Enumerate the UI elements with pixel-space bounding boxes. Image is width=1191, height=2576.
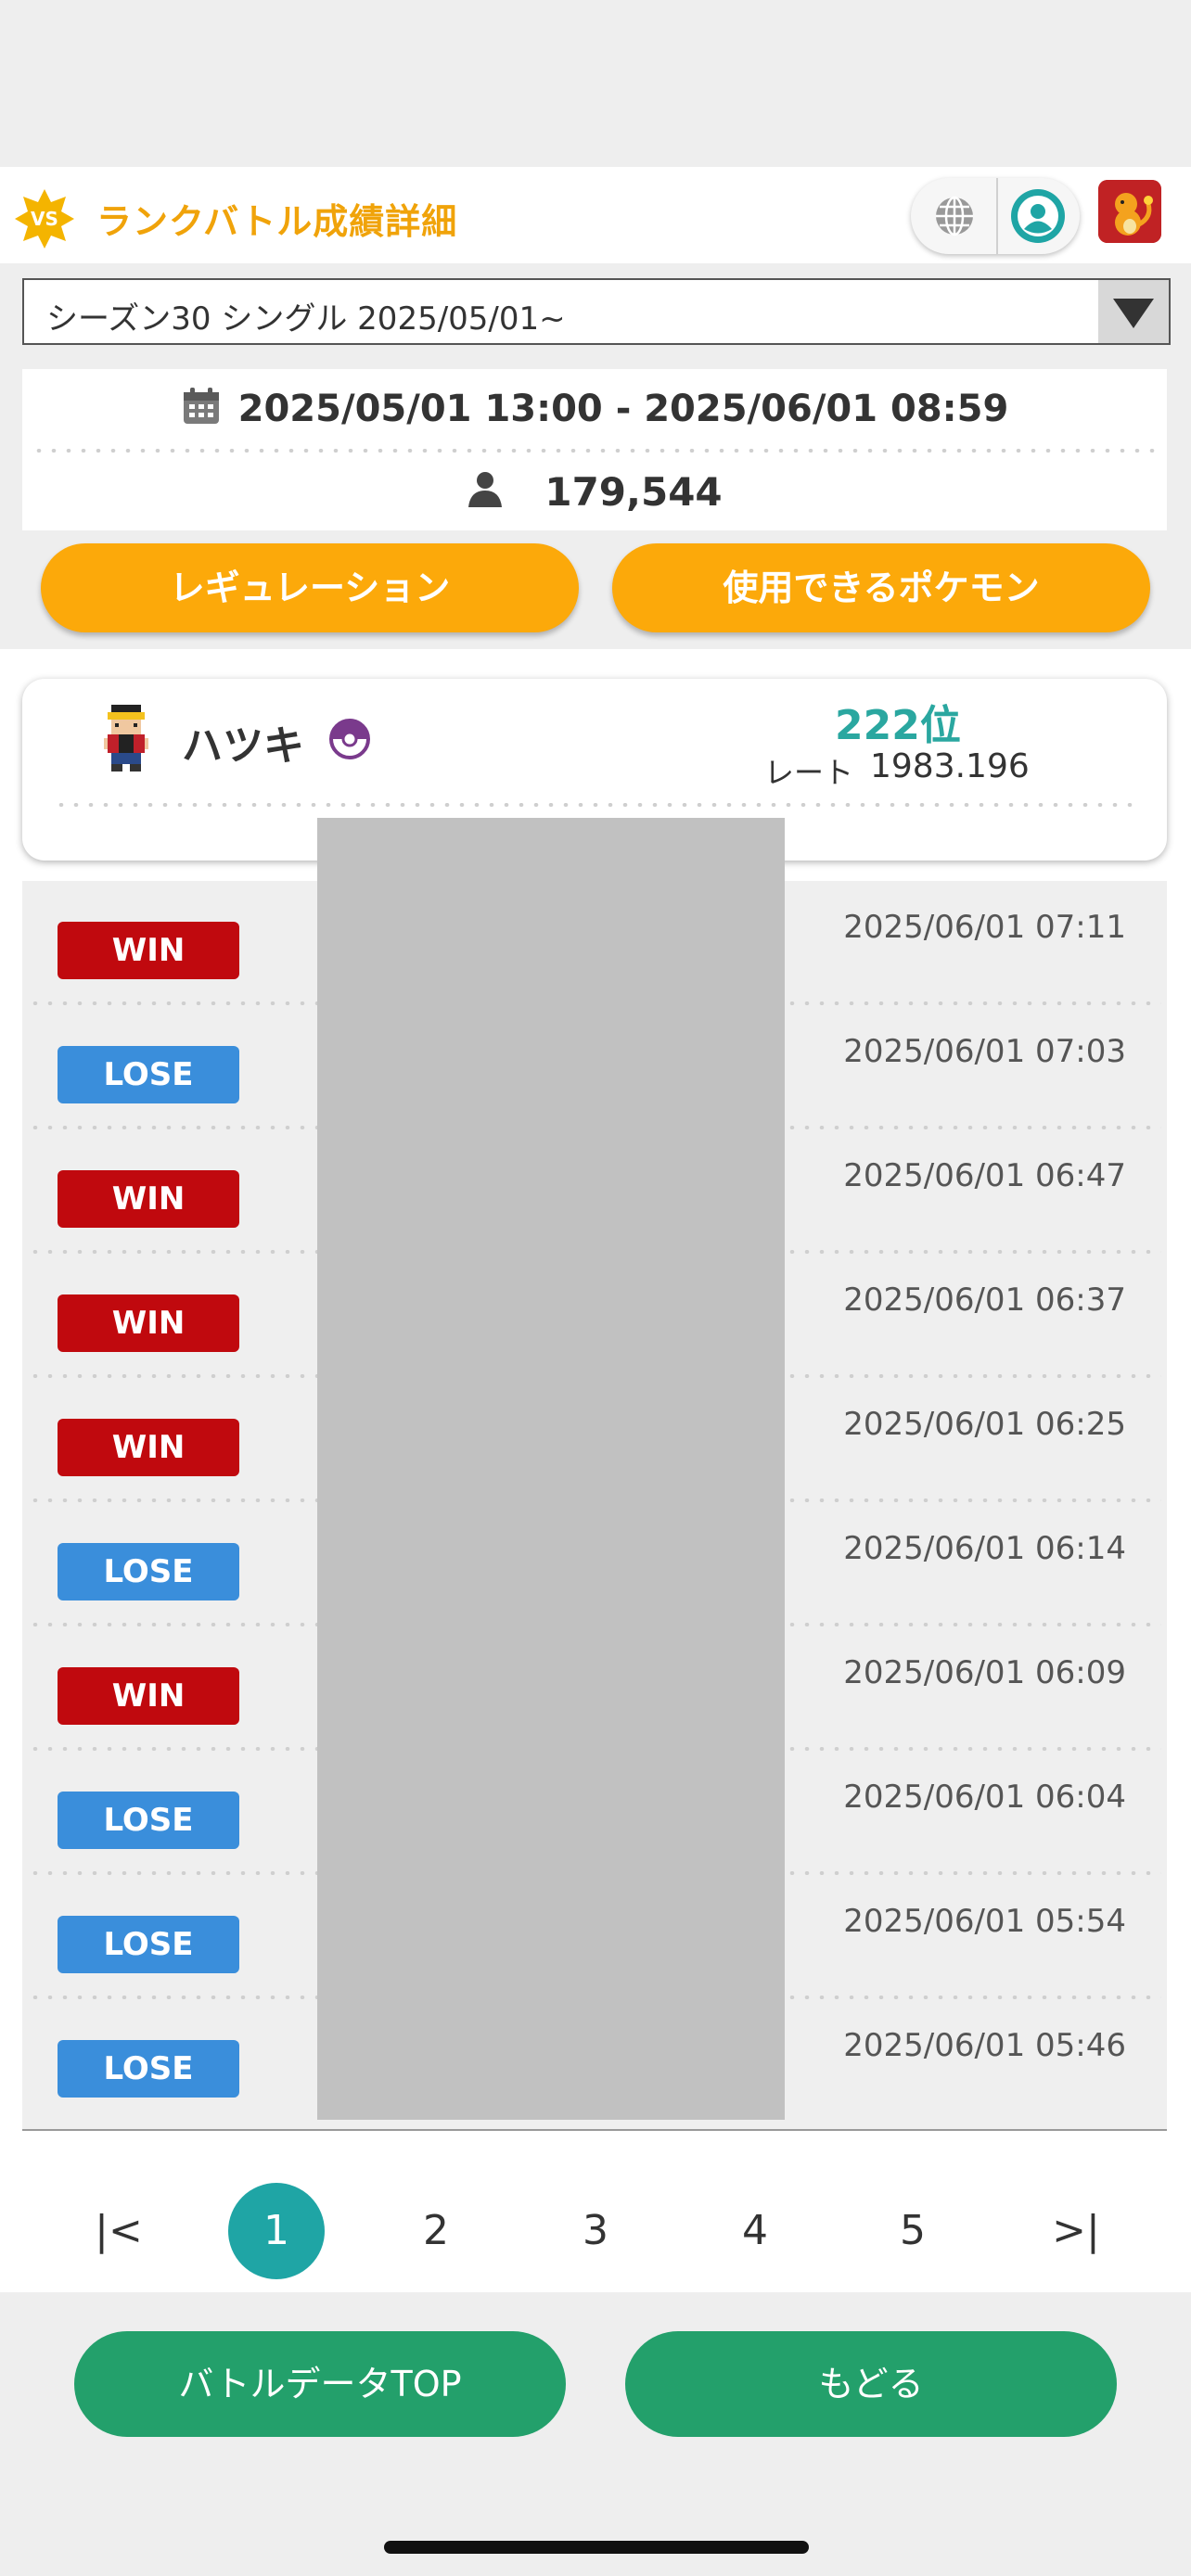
battle-time: 2025/06/01 07:03	[843, 1033, 1126, 1070]
redacted-area	[317, 818, 785, 2120]
regulation-button[interactable]: レギュレーション	[41, 543, 579, 632]
battle-result-badge: WIN	[58, 1419, 239, 1476]
master-ball-icon	[329, 719, 370, 759]
rate-value: 1983.196	[870, 747, 1030, 785]
battle-result-badge: WIN	[58, 1667, 239, 1725]
battle-time: 2025/06/01 06:04	[843, 1779, 1126, 1816]
battle-result-badge: LOSE	[58, 1792, 239, 1849]
section-separator	[0, 649, 1191, 660]
divider	[54, 803, 1135, 807]
toggle-divider	[996, 178, 998, 254]
page-button-4[interactable]: 4	[707, 2183, 803, 2279]
page-button-2[interactable]: 2	[388, 2183, 484, 2279]
battle-time: 2025/06/01 06:47	[843, 1157, 1126, 1194]
battle-result-badge: LOSE	[58, 1916, 239, 1973]
footer-actions: バトルデータTOP もどる	[0, 2292, 1191, 2576]
season-select[interactable]: シーズン30 シングル 2025/05/01~	[22, 278, 1171, 345]
calendar-icon	[183, 388, 219, 424]
player-rank: 222位	[835, 702, 961, 749]
person-icon	[468, 472, 503, 507]
battle-result-badge: WIN	[58, 1170, 239, 1228]
battle-time: 2025/06/01 07:11	[843, 909, 1126, 946]
divider	[32, 449, 1158, 453]
battle-time: 2025/06/01 05:46	[843, 2027, 1126, 2064]
player-name: ハツキ	[182, 722, 304, 770]
season-info-panel: 2025/05/01 13:00 - 2025/06/01 08:59 179,…	[22, 369, 1167, 530]
svg-text:VS: VS	[31, 208, 58, 230]
chevron-down-icon	[1113, 299, 1154, 328]
battle-time: 2025/06/01 06:14	[843, 1530, 1126, 1567]
home-indicator[interactable]	[384, 2541, 809, 2554]
top-spacer	[0, 0, 1191, 167]
battle-result-badge: LOSE	[58, 2040, 239, 2098]
season-period-row: 2025/05/01 13:00 - 2025/06/01 08:59	[22, 386, 1167, 438]
page-button-5[interactable]: 5	[864, 2183, 961, 2279]
language-account-toggle[interactable]	[911, 178, 1080, 254]
page-button-3[interactable]: 3	[547, 2183, 644, 2279]
battle-time: 2025/06/01 06:09	[843, 1654, 1126, 1691]
season-select-value: シーズン30 シングル 2025/05/01~	[46, 300, 566, 338]
battle-time: 2025/06/01 06:25	[843, 1406, 1126, 1443]
battle-data-top-button[interactable]: バトルデータTOP	[74, 2331, 566, 2437]
pagination: |< 1 2 3 4 5 >|	[0, 2161, 1191, 2290]
battle-time: 2025/06/01 06:37	[843, 1282, 1126, 1319]
battle-time: 2025/06/01 05:54	[843, 1903, 1126, 1940]
list-bottom-border	[22, 2129, 1167, 2131]
pokemon-avatar-icon	[1098, 180, 1161, 243]
battle-result-badge: LOSE	[58, 1046, 239, 1103]
trainer-sprite-icon	[104, 705, 148, 772]
avatar[interactable]	[1098, 180, 1161, 243]
usable-pokemon-button[interactable]: 使用できるポケモン	[612, 543, 1150, 632]
participants-count: 179,544	[544, 469, 723, 515]
back-button[interactable]: もどる	[625, 2331, 1117, 2437]
vs-badge-icon: VS	[15, 189, 74, 249]
page-title: ランクバトル成績詳細	[96, 201, 458, 242]
first-page-button[interactable]: |<	[70, 2183, 167, 2279]
season-select-toggle[interactable]	[1098, 280, 1169, 343]
battle-result-badge: WIN	[58, 1294, 239, 1352]
user-circle-icon[interactable]	[1009, 187, 1067, 245]
season-period: 2025/05/01 13:00 - 2025/06/01 08:59	[237, 388, 1009, 430]
page-button-1[interactable]: 1	[228, 2183, 325, 2279]
rate-label: レート	[764, 755, 854, 790]
battle-result-badge: LOSE	[58, 1543, 239, 1600]
battle-result-badge: WIN	[58, 922, 239, 979]
participants-row: 179,544	[22, 469, 1167, 521]
header: VS ランクバトル成績詳細	[0, 167, 1191, 263]
last-page-button[interactable]: >|	[1028, 2183, 1124, 2279]
globe-icon[interactable]	[933, 195, 976, 237]
